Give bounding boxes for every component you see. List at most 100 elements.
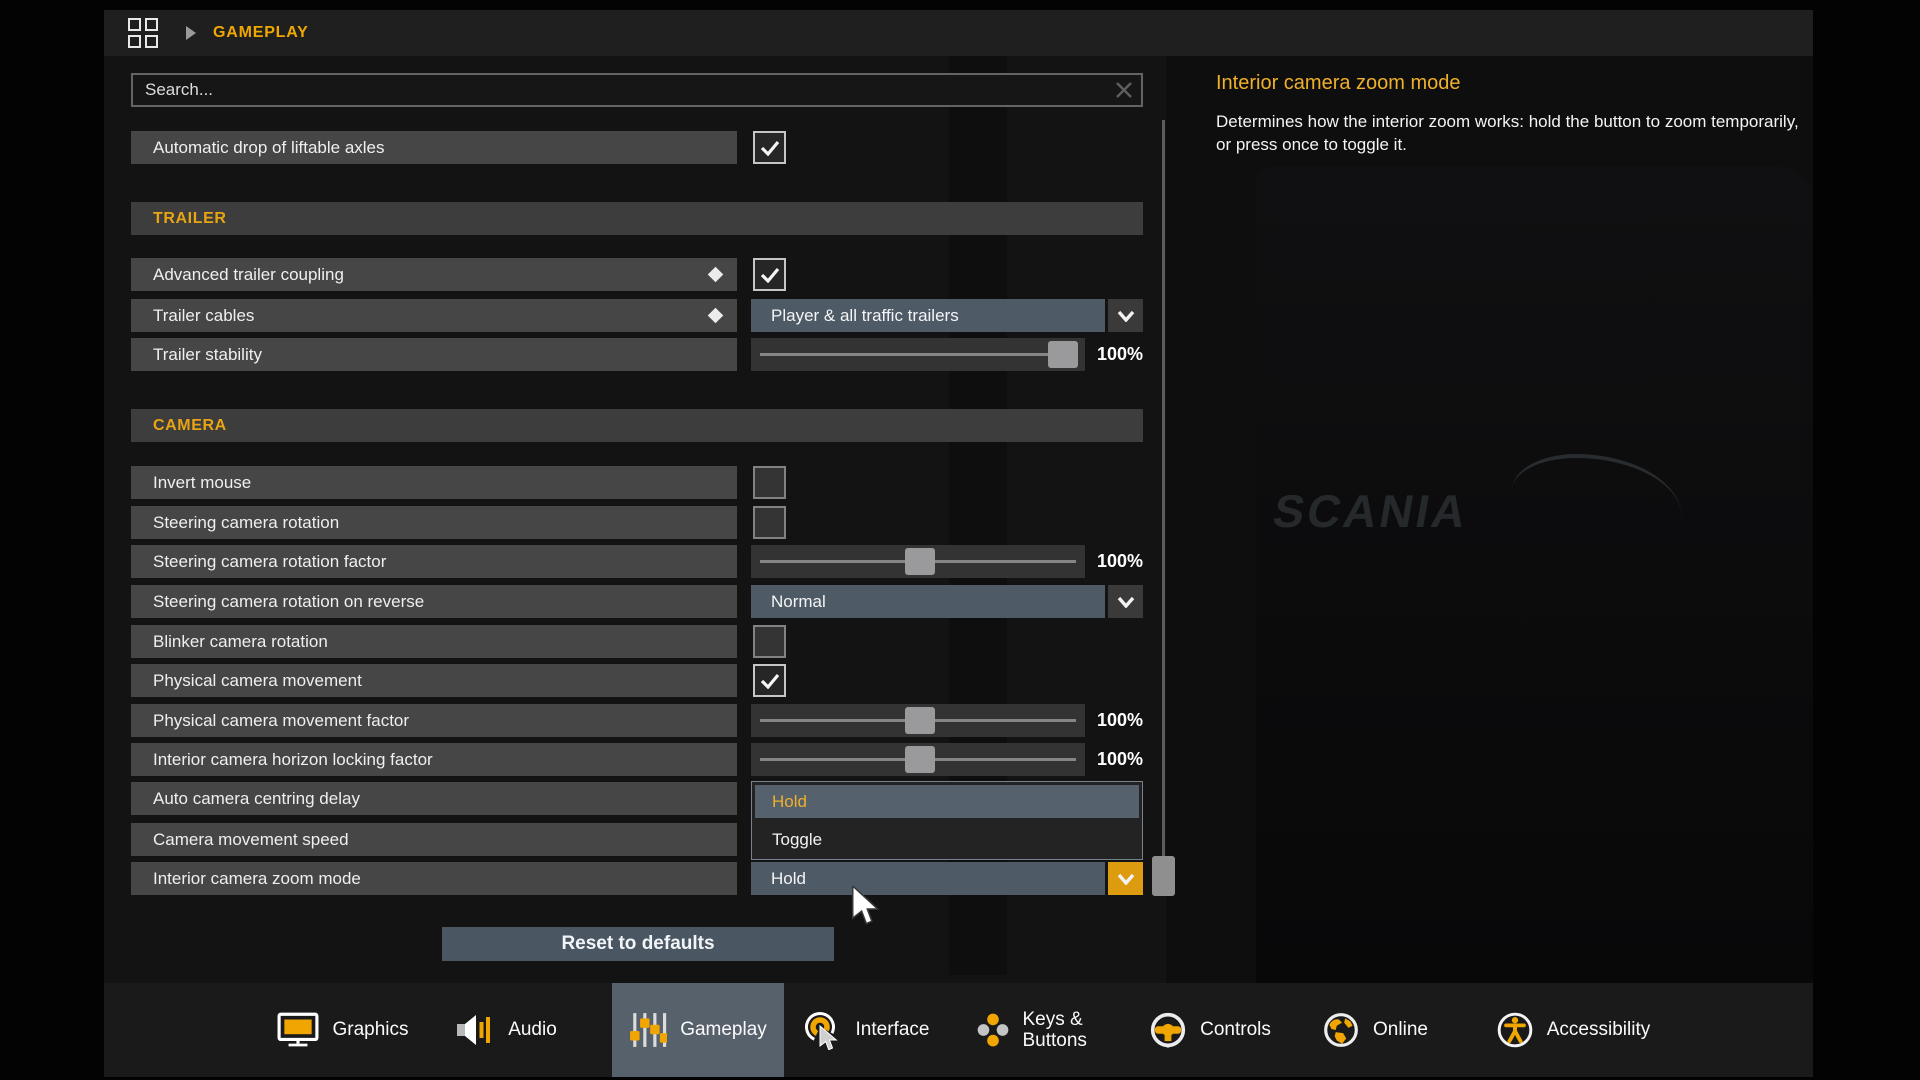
search-box	[131, 73, 1143, 107]
setting-row-invert-mouse[interactable]: Invert mouse	[131, 466, 737, 499]
accessibility-icon	[1496, 1011, 1534, 1049]
setting-row-camera-movement-speed[interactable]: Camera movement speed	[131, 823, 737, 856]
menu-grid-icon[interactable]	[128, 18, 158, 48]
setting-label: Trailer cables	[131, 306, 254, 326]
section-title: CAMERA	[131, 417, 227, 435]
interior-zoom-mode-dropdown[interactable]: Hold	[751, 862, 1105, 895]
setting-label: Camera movement speed	[131, 830, 349, 850]
blinker-camera-rotation-checkbox[interactable]	[753, 625, 786, 658]
automatic-drop-checkbox[interactable]	[753, 131, 786, 164]
setting-row-advanced-coupling[interactable]: Advanced trailer coupling	[131, 258, 737, 291]
slider-value: 100%	[1064, 545, 1143, 578]
top-bar: GAMEPLAY	[104, 10, 1813, 56]
tab-label: Accessibility	[1547, 1019, 1650, 1040]
search-clear-button[interactable]	[1107, 75, 1141, 105]
reset-to-defaults-button[interactable]: Reset to defaults	[442, 927, 834, 961]
slider-value: 100%	[1064, 704, 1143, 737]
setting-row-steering-rotation-reverse[interactable]: Steering camera rotation on reverse	[131, 585, 737, 618]
tab-keys-buttons[interactable]: Keys & Buttons	[958, 983, 1118, 1077]
tab-controls[interactable]: Controls	[1130, 983, 1290, 1077]
setting-label: Physical camera movement	[131, 671, 362, 691]
tab-label: Gameplay	[680, 1019, 767, 1040]
scrollbar-track[interactable]	[1162, 120, 1165, 896]
slider-handle[interactable]	[905, 746, 935, 773]
setting-label: Blinker camera rotation	[131, 632, 328, 652]
trailer-cables-dropdown-button[interactable]	[1108, 299, 1143, 332]
setting-row-physical-movement-factor[interactable]: Physical camera movement factor	[131, 704, 737, 737]
slider-handle[interactable]	[905, 548, 935, 575]
info-panel-description: Determines how the interior zoom works: …	[1216, 110, 1813, 157]
trailer-stability-slider[interactable]	[751, 338, 1085, 371]
setting-row-trailer-cables[interactable]: Trailer cables	[131, 299, 737, 332]
setting-row-steering-rotation-factor[interactable]: Steering camera rotation factor	[131, 545, 737, 578]
section-header-camera: CAMERA	[131, 409, 1143, 442]
gamepad-dots-icon	[976, 1012, 1010, 1048]
physical-movement-factor-slider[interactable]	[751, 704, 1085, 737]
close-icon	[1114, 80, 1134, 100]
tab-label: Audio	[508, 1019, 557, 1040]
tab-label: Interface	[856, 1019, 930, 1040]
tab-graphics[interactable]: Graphics	[263, 983, 423, 1077]
tab-label: Keys & Buttons	[1023, 1009, 1101, 1052]
sliders-icon	[629, 1011, 667, 1049]
steering-camera-rotation-checkbox[interactable]	[753, 506, 786, 539]
horizon-locking-factor-slider[interactable]	[751, 743, 1085, 776]
dropdown-value: Hold	[751, 869, 806, 889]
setting-label: Interior camera horizon locking factor	[131, 750, 433, 770]
setting-row-automatic-drop[interactable]: Automatic drop of liftable axles	[131, 131, 737, 164]
setting-label: Auto camera centring delay	[131, 789, 360, 809]
rotation-reverse-dropdown-button[interactable]	[1108, 585, 1143, 618]
setting-label: Steering camera rotation factor	[131, 552, 386, 572]
section-header-trailer: TRAILER	[131, 202, 1143, 235]
monitor-icon	[277, 1012, 319, 1048]
tab-accessibility[interactable]: Accessibility	[1483, 983, 1663, 1077]
setting-row-interior-camera-zoom-mode[interactable]: Interior camera zoom mode	[131, 862, 737, 895]
check-icon	[760, 267, 780, 283]
search-input[interactable]	[133, 79, 1107, 101]
tab-interface[interactable]: Interface	[786, 983, 946, 1077]
advanced-coupling-checkbox[interactable]	[753, 258, 786, 291]
truck-silhouette	[1256, 166, 1813, 986]
dropdown-option-toggle[interactable]: Toggle	[755, 823, 1139, 856]
setting-row-horizon-locking-factor[interactable]: Interior camera horizon locking factor	[131, 743, 737, 776]
pointer-icon	[803, 1010, 843, 1050]
tab-label: Controls	[1200, 1019, 1271, 1040]
check-icon	[760, 673, 780, 689]
scrollbar-handle[interactable]	[1152, 856, 1175, 896]
dropdown-value: Normal	[751, 592, 826, 612]
slider-track	[760, 353, 1076, 356]
tab-online[interactable]: Online	[1295, 983, 1455, 1077]
physical-camera-movement-checkbox[interactable]	[753, 664, 786, 697]
setting-row-steering-camera-rotation[interactable]: Steering camera rotation	[131, 506, 737, 539]
steering-rotation-factor-slider[interactable]	[751, 545, 1085, 578]
option-label: Hold	[755, 792, 807, 812]
chevron-down-icon	[1117, 310, 1135, 322]
chevron-down-icon	[1117, 873, 1135, 885]
settings-window: SCANIA GAMEPLAY Automatic drop of liftab…	[104, 10, 1813, 1077]
setting-label: Invert mouse	[131, 473, 251, 493]
setting-label: Automatic drop of liftable axles	[131, 138, 385, 158]
tab-label: Online	[1373, 1019, 1428, 1040]
trailer-cables-dropdown[interactable]: Player & all traffic trailers	[751, 299, 1105, 332]
invert-mouse-checkbox[interactable]	[753, 466, 786, 499]
interior-zoom-mode-dropdown-button[interactable]	[1108, 862, 1143, 895]
advanced-setting-diamond-icon	[708, 267, 724, 283]
setting-row-blinker-camera-rotation[interactable]: Blinker camera rotation	[131, 625, 737, 658]
dropdown-option-hold[interactable]: Hold	[755, 785, 1139, 818]
setting-row-trailer-stability[interactable]: Trailer stability	[131, 338, 737, 371]
tab-audio[interactable]: Audio	[426, 983, 586, 1077]
setting-row-physical-camera-movement[interactable]: Physical camera movement	[131, 664, 737, 697]
interior-zoom-dropdown-list: Hold Toggle	[751, 781, 1143, 860]
settings-nav-bar: Graphics Audio Gameplay	[104, 983, 1813, 1077]
setting-row-auto-camera-centring-delay[interactable]: Auto camera centring delay	[131, 782, 737, 815]
steering-wheel-icon	[1149, 1011, 1187, 1049]
check-icon	[760, 140, 780, 156]
slider-handle[interactable]	[905, 707, 935, 734]
setting-label: Steering camera rotation on reverse	[131, 592, 424, 612]
rotation-reverse-dropdown[interactable]: Normal	[751, 585, 1105, 618]
tab-gameplay[interactable]: Gameplay	[612, 983, 784, 1077]
dropdown-value: Player & all traffic trailers	[751, 306, 959, 326]
setting-label: Trailer stability	[131, 345, 262, 365]
globe-icon	[1322, 1011, 1360, 1049]
setting-label: Steering camera rotation	[131, 513, 339, 533]
